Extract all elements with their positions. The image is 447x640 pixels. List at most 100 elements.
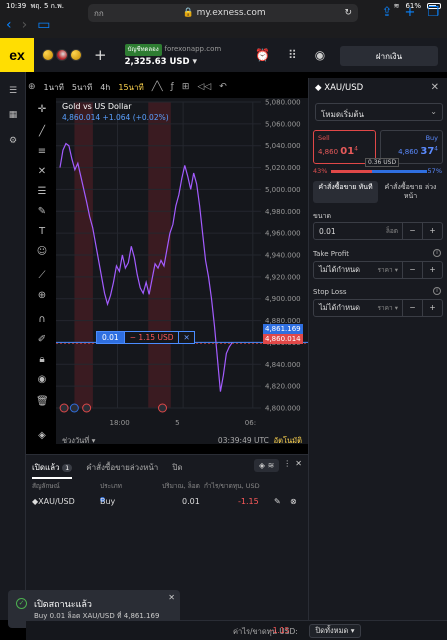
close-icon[interactable]: ✕	[168, 593, 175, 602]
y-tick-label: 5,040.000	[265, 142, 301, 150]
timeframe-1m[interactable]: 1นาที	[44, 81, 64, 94]
buy-ratio: 57%	[427, 167, 442, 175]
layout-icon[interactable]: ⊞	[182, 82, 190, 92]
col-pnl: กำไร/ขาดทุน, USD	[204, 482, 260, 490]
menu-icon[interactable]: ☰	[8, 86, 18, 96]
trash-icon[interactable]: 🗑︎	[36, 396, 49, 408]
decrement-button[interactable]: −	[402, 300, 422, 316]
page-settings-button[interactable]: กก	[94, 7, 104, 20]
date-range-button[interactable]: ช่วงวันที่ ▾	[62, 435, 95, 447]
text-tool-icon[interactable]: T	[36, 226, 48, 238]
chart-canvas[interactable]: 5,080.000 5,060.000 5,040.000 5,020.000 5,00…	[56, 98, 308, 444]
tab-closed-positions[interactable]: ปิด	[172, 461, 182, 479]
trendline-icon[interactable]: ╱	[36, 126, 48, 138]
new-tab-icon[interactable]: +	[404, 5, 415, 20]
sell-price: 4,860 014	[318, 146, 371, 157]
table-row[interactable]: ◆ XAU/USD Buy 0.01 -1.15 ✎ ⊗	[32, 497, 304, 511]
crosshair-icon[interactable]: ✛	[36, 104, 48, 116]
ask-price-tag: 4,861.169	[263, 324, 303, 334]
decrement-button[interactable]: −	[402, 223, 422, 239]
usd-tab-icon[interactable]	[56, 49, 68, 61]
close-icon[interactable]: ✕	[295, 459, 302, 472]
more-options-icon[interactable]: ⋮	[283, 459, 291, 472]
pattern-icon[interactable]: ✕	[36, 166, 48, 178]
fib-icon[interactable]: ☰	[36, 186, 48, 198]
xau-tab-icon[interactable]	[42, 49, 54, 61]
decrement-button[interactable]: −	[402, 262, 422, 278]
stop-loss-value[interactable]: ไม่ได้กำหนด	[314, 302, 378, 314]
address-bar[interactable]: กก 🔒 my.exness.com ↻	[88, 4, 358, 22]
calendar-icon[interactable]: ▦	[8, 110, 18, 120]
exness-logo[interactable]: ex	[0, 38, 34, 72]
url-text[interactable]: 🔒 my.exness.com	[104, 8, 345, 18]
close-position-icon[interactable]: ✕	[179, 331, 195, 344]
volume-field[interactable]: 0.01 ล็อต − +	[313, 222, 443, 240]
chart-type-icon[interactable]: ╱╲	[152, 82, 163, 92]
layers-icon[interactable]: ◈	[36, 430, 48, 442]
add-instrument-button[interactable]: +	[94, 46, 107, 64]
parallel-lines-icon[interactable]: ≡	[36, 146, 48, 158]
take-profit-value[interactable]: ไม่ได้กำหนด	[314, 264, 378, 276]
info-icon[interactable]: i	[433, 287, 441, 295]
tab-pending-order[interactable]: คำสั่งซื้อขาย ล่วงหน้า	[378, 181, 443, 203]
increment-button[interactable]: +	[422, 223, 442, 239]
ruler-icon[interactable]: ⟋	[36, 270, 48, 282]
timeframe-5m[interactable]: 5นาที	[72, 81, 92, 94]
price-chart[interactable]: 5,080.000 5,060.000 5,040.000 5,020.000 5,00…	[56, 98, 308, 444]
close-all-button[interactable]: ปิดทั้งหมด ▾	[309, 624, 361, 638]
tab-pending-orders[interactable]: คำสั่งซื้อขายล่วงหน้า	[86, 461, 158, 479]
close-icon[interactable]: ✕	[431, 82, 439, 93]
deposit-button[interactable]: ฝากเงิน	[340, 46, 438, 66]
lock-drawing-icon[interactable]: ✐	[36, 334, 48, 346]
emoji-icon[interactable]: ☺	[36, 246, 48, 258]
profile-icon[interactable]: ◉	[315, 48, 325, 62]
volume-value[interactable]: 0.01	[314, 227, 386, 236]
back-icon[interactable]: ‹	[6, 17, 12, 33]
auto-scale-toggle[interactable]: อัตโนมัติ	[274, 436, 302, 445]
position-pnl: − 1.15 USD	[124, 331, 180, 344]
order-mode-select[interactable]: โหมดเริ่มต้น ⌄	[315, 103, 443, 121]
add-indicator-icon[interactable]: ⊕	[28, 82, 36, 92]
y-tick-label: 5,080.000	[265, 99, 301, 107]
tabs-icon[interactable]: ❐	[427, 5, 439, 20]
order-mode-value: โหมดเริ่มต้น	[321, 110, 365, 119]
forward-icon[interactable]: ›	[22, 17, 28, 33]
info-icon[interactable]: i	[433, 249, 441, 257]
edit-icon[interactable]: ✎	[274, 497, 281, 506]
view-toggle-icon[interactable]: ◈ ≋	[253, 459, 280, 472]
date-range-label: ช่วงวันที่	[62, 436, 90, 445]
take-profit-field[interactable]: ไม่ได้กำหนด ราคา ▾ − +	[313, 261, 443, 279]
alarm-icon[interactable]: ⏰	[255, 48, 270, 62]
indicators-icon[interactable]: ƒ	[171, 82, 174, 92]
close-all-label: ปิดทั้งหมด	[315, 626, 349, 635]
rewind-icon[interactable]: ◁◁	[197, 82, 211, 92]
brush-icon[interactable]: ✎	[36, 206, 48, 218]
close-position-icon[interactable]: ⊗	[290, 497, 297, 506]
x-tick-label: 06:	[245, 419, 256, 427]
tab-open-positions[interactable]: เปิดแล้ว 1	[32, 461, 73, 479]
share-icon[interactable]: ⇪	[382, 5, 393, 20]
apps-icon[interactable]: ⠿	[288, 48, 297, 62]
stop-loss-unit-select[interactable]: ราคา ▾	[378, 303, 402, 313]
lock-icon[interactable]: 🔒︎	[36, 354, 48, 366]
account-selector[interactable]: บัญชีทดลอง forexonapp.com 2,325.63 USD ▾	[124, 43, 221, 68]
take-profit-unit-select[interactable]: ราคา ▾	[378, 265, 402, 275]
stop-loss-field[interactable]: ไม่ได้กำหนด ราคา ▾ − +	[313, 299, 443, 317]
gold-tab-icon[interactable]	[70, 49, 82, 61]
undo-icon[interactable]: ↶	[219, 82, 227, 92]
date-text: พฤ. 5 ก.พ.	[30, 1, 64, 10]
timeframe-15m[interactable]: 15นาที	[118, 81, 143, 94]
zoom-in-icon[interactable]: ⊕	[36, 290, 48, 302]
timeframe-4h[interactable]: 4h	[100, 83, 110, 92]
position-line-label[interactable]: 0.01 − 1.15 USD ✕	[96, 331, 195, 344]
increment-button[interactable]: +	[422, 262, 442, 278]
position-lot[interactable]: 0.01	[96, 331, 125, 344]
increment-button[interactable]: +	[422, 300, 442, 316]
book-icon[interactable]: ▭	[37, 17, 50, 33]
settings-icon[interactable]: ⚙	[8, 136, 18, 146]
magnet-icon[interactable]: ∩	[36, 314, 48, 326]
url-host: my.exness.com	[196, 8, 266, 18]
visibility-icon[interactable]: ◉	[36, 374, 48, 386]
tab-market-order[interactable]: คำสั่งซื้อขาย ทันที	[313, 181, 378, 203]
reload-icon[interactable]: ↻	[344, 8, 352, 18]
